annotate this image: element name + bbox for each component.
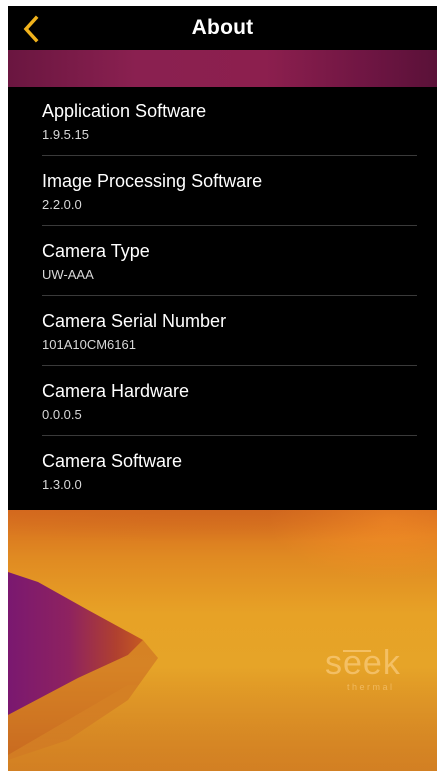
info-value: 1.3.0.0	[42, 477, 82, 492]
info-label: Image Processing Software	[42, 171, 263, 191]
info-value: 1.9.5.15	[42, 127, 89, 142]
info-label: Application Software	[42, 101, 207, 121]
info-row-camera-software: Camera Software 1.3.0.0	[42, 437, 417, 506]
about-info-list: Application Software 1.9.5.15 Image Proc…	[8, 87, 437, 510]
thermal-image	[8, 510, 437, 771]
info-row-camera-type: Camera Type UW-AAA	[42, 227, 417, 296]
info-label: Camera Serial Number	[42, 311, 227, 331]
info-value: 2.2.0.0	[42, 197, 82, 212]
about-screen: About Application Software 1.9.5.15 Imag…	[8, 6, 437, 771]
logo-subtext: thermal	[347, 682, 395, 692]
info-value: UW-AAA	[42, 267, 94, 282]
info-row-camera-hardware: Camera Hardware 0.0.0.5	[42, 367, 417, 436]
info-label: Camera Type	[42, 241, 150, 261]
thermal-camera-view: seek thermal	[8, 510, 437, 771]
info-row-application-software: Application Software 1.9.5.15	[42, 87, 417, 156]
top-bar: About	[8, 6, 437, 50]
seek-thermal-logo: seek thermal	[325, 644, 421, 694]
info-value: 101A10CM6161	[42, 337, 136, 352]
info-label: Camera Hardware	[42, 381, 190, 401]
app-frame: About Application Software 1.9.5.15 Imag…	[0, 0, 437, 771]
info-label: Camera Software	[42, 451, 183, 471]
info-value: 0.0.0.5	[42, 407, 82, 422]
color-palette-banner	[8, 50, 437, 87]
info-row-image-processing-software: Image Processing Software 2.2.0.0	[42, 157, 417, 226]
info-row-camera-serial-number: Camera Serial Number 101A10CM6161	[42, 297, 417, 366]
logo-text: seek	[325, 644, 401, 682]
page-title: About	[191, 16, 254, 39]
